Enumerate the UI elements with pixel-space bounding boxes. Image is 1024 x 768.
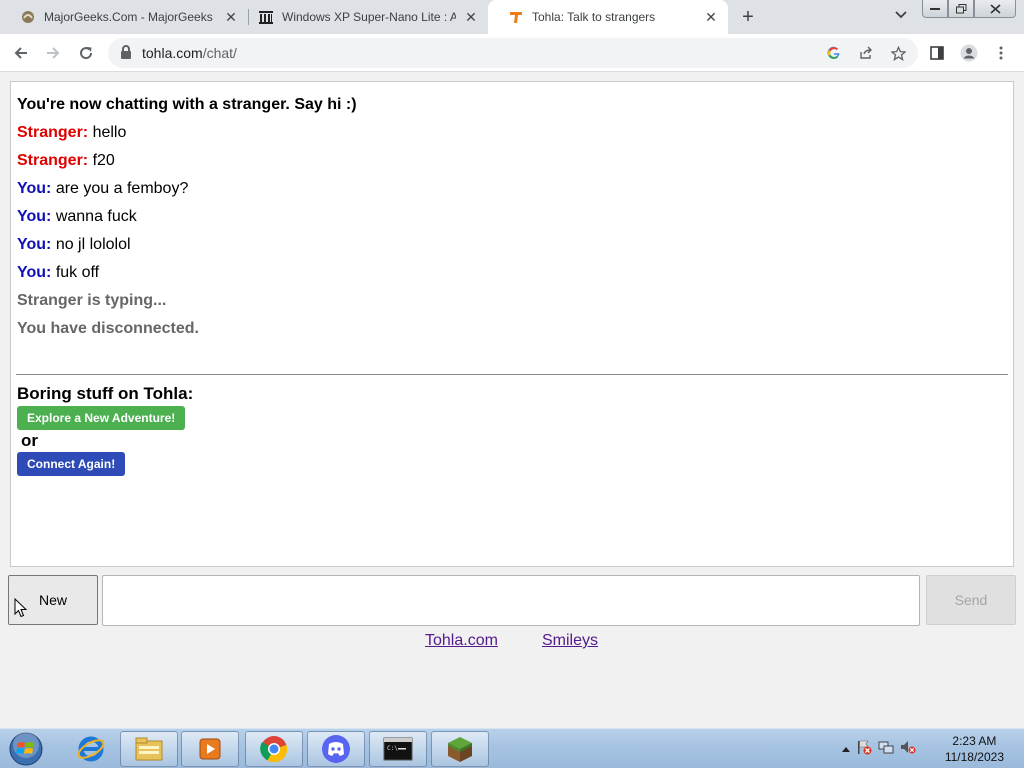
speaker-label: You: (17, 264, 52, 281)
archive-icon (258, 9, 274, 25)
message-text: wanna fuck (55, 208, 137, 225)
discord-icon[interactable] (307, 731, 365, 767)
new-button-label: New (38, 592, 67, 608)
divider (16, 374, 1008, 375)
start-button[interactable] (6, 731, 46, 767)
speaker-label: Stranger: (17, 124, 89, 141)
profile-avatar-icon[interactable] (958, 42, 980, 64)
url-text: tohla.com/chat/ (142, 45, 237, 61)
internet-explorer-icon[interactable] (62, 731, 120, 767)
url-path: /chat/ (202, 45, 237, 61)
tab-search-chevron-icon[interactable] (895, 8, 907, 22)
taskbar: C:\ 2:23 AM 11/18/2023 (0, 728, 1024, 768)
url-host: tohla.com (142, 45, 203, 61)
command-prompt-icon[interactable]: C:\ (369, 731, 427, 767)
bookmark-star-icon[interactable] (888, 43, 908, 63)
side-panel-icon[interactable] (926, 42, 948, 64)
address-bar[interactable]: tohla.com/chat/ (108, 38, 918, 68)
chat-message-you: You: fuk off (17, 264, 99, 282)
boring-stuff-heading: Boring stuff on Tohla: (17, 384, 194, 403)
clock[interactable]: 2:23 AM 11/18/2023 (945, 733, 1004, 765)
tab-bar: MajorGeeks.Com - MajorGeeks ✕ Windows XP… (0, 0, 1024, 34)
close-tab-icon[interactable]: ✕ (702, 8, 720, 26)
send-button[interactable]: Send (926, 575, 1016, 625)
forward-arrow-icon[interactable] (40, 40, 66, 66)
window-controls (922, 0, 1016, 18)
speaker-label: Stranger: (17, 152, 89, 169)
browser-toolbar: tohla.com/chat/ (0, 34, 1024, 72)
google-icon[interactable] (824, 43, 844, 63)
lock-icon (120, 45, 132, 59)
chat-message-you: You: no jl lololol (17, 236, 131, 254)
svg-text:C:\: C:\ (387, 745, 398, 752)
message-text: hello (92, 124, 127, 141)
page-content: You're now chatting with a stranger. Say… (0, 72, 1024, 728)
close-window-icon[interactable] (974, 0, 1016, 18)
tab-majorgeeks[interactable]: MajorGeeks.Com - MajorGeeks ✕ (0, 0, 248, 34)
restore-icon[interactable] (948, 0, 974, 18)
minimize-icon[interactable] (922, 0, 948, 18)
message-text: fuk off (55, 264, 100, 281)
tab-title: Tohla: Talk to strangers (532, 10, 656, 24)
chat-status-message: You're now chatting with a stranger. Say… (17, 96, 357, 113)
or-text: or (21, 431, 38, 450)
back-arrow-icon[interactable] (8, 40, 34, 66)
volume-muted-icon[interactable] (900, 739, 916, 758)
message-input[interactable] (102, 575, 920, 626)
tohla-icon (508, 9, 524, 25)
mouse-cursor-icon (14, 597, 28, 618)
chat-message-you: You: wanna fuck (17, 208, 137, 226)
chat-message-stranger: Stranger: f20 (17, 152, 115, 170)
system-tray (842, 739, 916, 758)
more-menu-icon[interactable] (990, 42, 1012, 64)
share-icon[interactable] (856, 43, 876, 63)
action-center-flag-icon[interactable] (856, 739, 872, 758)
footer-link-tohla[interactable]: Tohla.com (425, 632, 498, 650)
explore-adventure-button[interactable]: Explore a New Adventure! (17, 406, 186, 430)
tab-title: MajorGeeks.Com - MajorGeeks (44, 10, 213, 24)
chat-message-you: You: are you a femboy? (17, 180, 188, 198)
minecraft-icon[interactable] (431, 731, 489, 767)
clock-date: 11/18/2023 (944, 750, 1004, 764)
message-text: no jl lololol (55, 236, 131, 253)
speaker-label: You: (17, 180, 52, 197)
message-text: are you a femboy? (55, 180, 189, 197)
reload-icon[interactable] (73, 40, 99, 66)
file-explorer-icon[interactable] (120, 731, 178, 767)
majorgeeks-icon (20, 9, 36, 25)
tab-title: Windows XP Super-Nano Lite : A (282, 10, 456, 24)
connect-again-button[interactable]: Connect Again! (17, 452, 126, 476)
tab-windows-xp[interactable]: Windows XP Super-Nano Lite : A ✕ (238, 0, 488, 34)
network-icon[interactable] (878, 739, 894, 758)
chrome-icon[interactable] (245, 731, 303, 767)
footer-link-smileys[interactable]: Smileys (542, 632, 598, 650)
tab-tohla[interactable]: Tohla: Talk to strangers ✕ (488, 0, 728, 34)
close-tab-icon[interactable]: ✕ (462, 8, 480, 26)
message-text: f20 (92, 152, 115, 169)
clock-time: 2:23 AM (952, 734, 997, 748)
media-player-icon[interactable] (181, 731, 239, 767)
new-chat-button[interactable]: New (8, 575, 98, 625)
new-tab-icon[interactable]: + (736, 5, 760, 29)
chat-message-stranger: Stranger: hello (17, 124, 126, 142)
typing-indicator: Stranger is typing... (17, 292, 167, 309)
disconnected-notice: You have disconnected. (17, 320, 199, 337)
speaker-label: You: (17, 208, 52, 225)
speaker-label: You: (17, 236, 52, 253)
chat-log: You're now chatting with a stranger. Say… (10, 81, 1014, 567)
show-hidden-icons-icon[interactable] (842, 743, 850, 755)
